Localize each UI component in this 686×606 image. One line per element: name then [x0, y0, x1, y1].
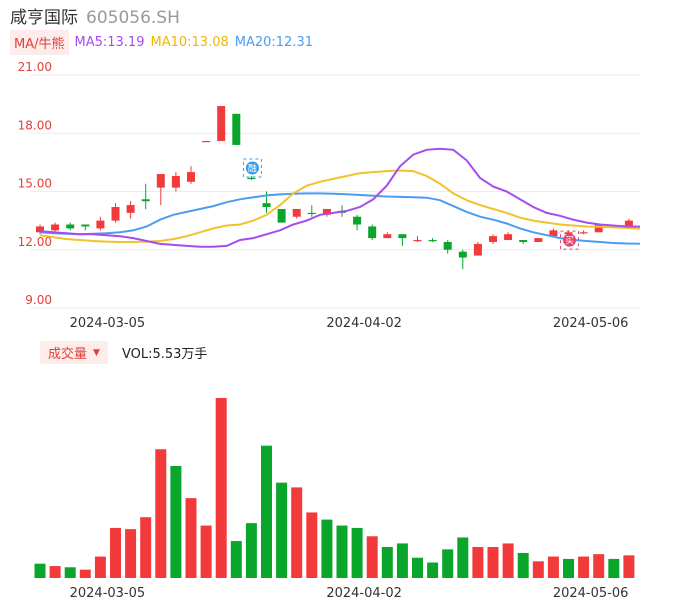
- volume-bar: [321, 519, 333, 578]
- x-tick-label: 2024-03-05: [70, 316, 146, 331]
- candle-body: [141, 199, 150, 202]
- candle-body: [428, 240, 437, 242]
- candle-body: [443, 241, 452, 250]
- volume-bar: [351, 527, 363, 578]
- volume-bar: [64, 567, 76, 578]
- volume-bar: [306, 512, 318, 578]
- volume-bar: [230, 541, 242, 578]
- volume-bar: [155, 449, 167, 578]
- candle-body: [126, 205, 135, 213]
- candle-body: [171, 175, 180, 188]
- volume-bar: [200, 525, 212, 578]
- candle-body: [262, 203, 271, 208]
- volume-bar: [276, 482, 288, 578]
- candle-body: [307, 212, 316, 215]
- volume-bar: [245, 523, 257, 578]
- candle-body: [111, 207, 120, 221]
- candle-body: [292, 208, 301, 217]
- candle-body: [383, 234, 392, 239]
- volume-bar: [608, 558, 620, 578]
- volume-bar: [442, 549, 454, 578]
- x-tick-label: 2024-04-02: [326, 586, 402, 601]
- candle-body: [96, 220, 105, 229]
- volume-bar: [623, 555, 635, 578]
- x-tick-label: 2024-04-02: [326, 316, 402, 331]
- x-tick-label: 2024-05-06: [553, 586, 629, 601]
- volume-bar: [291, 487, 303, 578]
- volume-bar: [170, 465, 182, 578]
- volume-bar: [185, 498, 197, 578]
- volume-bar: [49, 566, 61, 578]
- candle-body: [66, 224, 75, 229]
- volume-bar: [563, 558, 574, 578]
- volume-bar: [517, 552, 529, 578]
- candle-body: [277, 208, 286, 223]
- candle-body: [368, 226, 377, 239]
- volume-bar: [427, 562, 439, 578]
- y-tick-label: 9.00: [25, 293, 52, 307]
- volume-bar: [261, 445, 272, 578]
- candle-body: [504, 234, 513, 241]
- volume-bar: [79, 569, 91, 578]
- volume-bar: [396, 543, 408, 578]
- y-tick-label: 21.00: [18, 60, 52, 74]
- candle-body: [232, 113, 241, 145]
- volume-bar: [457, 537, 469, 578]
- volume-bar: [381, 547, 393, 578]
- candle-body: [247, 177, 256, 180]
- y-tick-label: 15.00: [18, 177, 52, 191]
- candle-body: [579, 232, 588, 234]
- volume-bar: [125, 529, 137, 578]
- marker-label: 融: [248, 163, 257, 174]
- volume-bar: [412, 557, 423, 578]
- volume-bar: [472, 547, 484, 578]
- candle-body: [217, 106, 226, 142]
- candle-body: [51, 224, 60, 231]
- candle-body: [413, 240, 422, 242]
- volume-bar: [547, 556, 559, 578]
- candle-body: [398, 234, 407, 239]
- volume-bar: [532, 561, 544, 578]
- kline-chart: 21.0018.0015.0012.009.00融买2024-03-05 2024…: [18, 60, 641, 601]
- volume-bar: [140, 517, 152, 578]
- candle-body: [458, 251, 467, 258]
- y-tick-label: 18.00: [18, 118, 52, 132]
- candle-body: [81, 224, 90, 227]
- candle-body: [594, 224, 603, 233]
- candle-body: [187, 172, 195, 182]
- candle-body: [534, 238, 543, 242]
- ma20-line: [39, 192, 641, 245]
- volume-bar: [487, 547, 499, 578]
- x-tick-label: 2024-05-06: [553, 316, 629, 331]
- volume-bar: [94, 556, 106, 578]
- volume-bar: [336, 525, 348, 578]
- volume-bar: [578, 556, 590, 578]
- volume-bar: [593, 554, 605, 578]
- volume-bar: [34, 563, 46, 578]
- volume-bar: [366, 536, 378, 578]
- candle-body: [519, 240, 528, 242]
- volume-bar: [502, 543, 514, 578]
- candle-body: [353, 216, 362, 225]
- marker-label: 买: [565, 236, 574, 247]
- candle-body: [202, 141, 211, 143]
- volume-bar: [215, 398, 227, 578]
- candle-body: [156, 174, 165, 188]
- x-tick-label: 2024-03-05: [70, 586, 146, 601]
- candle-body: [473, 243, 482, 256]
- volume-bar: [110, 527, 121, 578]
- candle-body: [489, 236, 497, 242]
